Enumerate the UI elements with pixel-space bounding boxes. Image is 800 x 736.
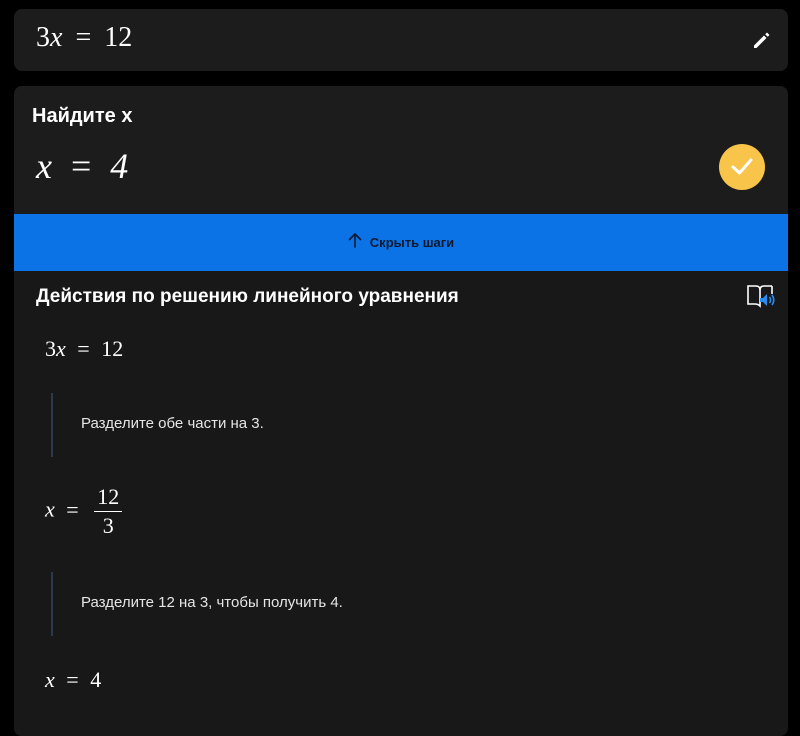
answer-value: 4 bbox=[110, 146, 129, 186]
step-3-rhs: 4 bbox=[90, 667, 102, 692]
step-1-rhs: 12 bbox=[101, 336, 124, 361]
step-3-variable: x bbox=[45, 667, 55, 692]
hide-steps-button[interactable]: Скрыть шаги bbox=[14, 214, 788, 271]
equation-input-card: 3x = 12 bbox=[14, 9, 788, 71]
fraction: 12 3 bbox=[94, 486, 123, 538]
input-coefficient: 3 bbox=[36, 22, 50, 53]
step-2-variable: x bbox=[45, 496, 55, 522]
answer-variable: x bbox=[36, 146, 52, 186]
solution-steps: Действия по решению линейного уравнения … bbox=[14, 271, 788, 736]
step-3-equals-sign: = bbox=[66, 667, 79, 692]
answer-equals-sign: = bbox=[70, 146, 92, 186]
steps-title: Действия по решению линейного уравнения bbox=[36, 286, 459, 307]
immersive-reader-button[interactable] bbox=[746, 283, 776, 311]
hide-steps-label: Скрыть шаги bbox=[369, 235, 455, 250]
step-note-2-text: Разделите 12 на 3, чтобы получить 4. bbox=[81, 594, 343, 611]
arrow-up-icon bbox=[348, 232, 362, 253]
step-note-1-text: Разделите обе части на 3. bbox=[81, 415, 264, 432]
step-1-equals-sign: = bbox=[77, 336, 90, 361]
step-equation-1: 3x = 12 bbox=[45, 336, 123, 362]
step-note-2: Разделите 12 на 3, чтобы получить 4. bbox=[51, 572, 343, 636]
find-x-title: Найдите x bbox=[32, 105, 133, 127]
result-card: Найдите x x = 4 Скрыть шаги Действия по … bbox=[14, 86, 788, 736]
step-2-equals-sign: = bbox=[66, 496, 79, 522]
step-1-variable: x bbox=[56, 336, 66, 361]
check-icon bbox=[731, 158, 753, 175]
immersive-reader-icon bbox=[747, 285, 775, 308]
input-variable: x bbox=[50, 22, 63, 53]
pencil-icon bbox=[754, 32, 770, 48]
step-equation-3: x = 4 bbox=[45, 667, 101, 693]
answer-equation: x = 4 bbox=[36, 146, 128, 186]
edit-button[interactable] bbox=[750, 28, 774, 52]
check-badge bbox=[719, 144, 765, 190]
input-equation: 3x = 12 bbox=[36, 23, 132, 53]
input-rhs: 12 bbox=[104, 22, 133, 53]
fraction-numerator: 12 bbox=[94, 486, 123, 512]
step-note-1: Разделите обе части на 3. bbox=[51, 393, 264, 457]
fraction-denominator: 3 bbox=[102, 513, 114, 538]
step-1-coefficient: 3 bbox=[45, 336, 56, 361]
step-equation-2: x = 12 3 bbox=[45, 486, 123, 538]
input-equals-sign: = bbox=[75, 22, 92, 53]
